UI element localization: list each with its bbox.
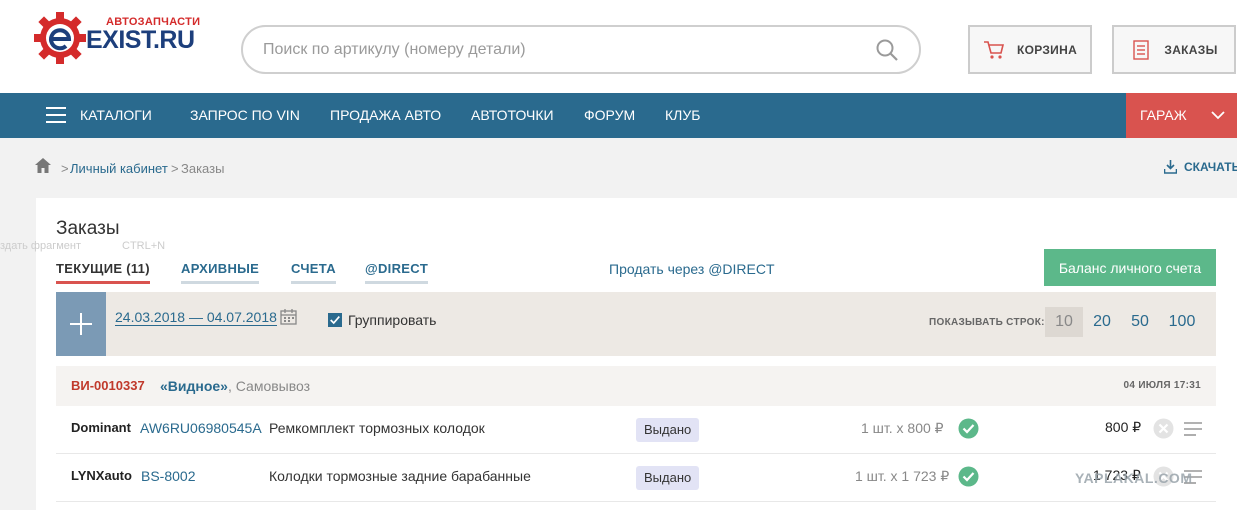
site-logo[interactable]: АВТОЗАПЧАСТИ EXIST.RU (34, 10, 200, 72)
checkmark-icon (330, 316, 340, 325)
breadcrumb-separator: > (61, 161, 69, 176)
chevron-down-icon (1211, 111, 1225, 120)
check-circle-icon (958, 418, 979, 439)
orders-card: Заказы здать фрагмент CTRL+N ТЕКУЩИЕ (11… (0, 198, 1237, 510)
sell-via-direct-link[interactable]: Продать через @DIRECT (609, 261, 775, 277)
orders-list-icon (1133, 39, 1150, 60)
ghost-hint: здать фрагмент (0, 240, 82, 252)
nav-vin-request[interactable]: ЗАПРОС ПО VIN (190, 93, 300, 138)
item-quantity: 1 шт. x 1 723 ₽ (855, 468, 950, 484)
nav-forum[interactable]: ФОРУМ (584, 93, 635, 138)
rows-option-10[interactable]: 10 (1045, 307, 1083, 337)
ghost-hint-shortcut: CTRL+N (122, 240, 166, 252)
order-header: ВИ-0010337 «Видное», Самовывоз 04 ИЮЛЯ 1… (56, 366, 1216, 406)
page-title: Заказы (56, 218, 120, 239)
cart-button[interactable]: КОРЗИНА (968, 25, 1092, 74)
garage-button[interactable]: ГАРАЖ (1126, 93, 1237, 138)
tab-invoices[interactable]: СЧЕТА (291, 261, 336, 284)
search-icon[interactable] (875, 38, 899, 62)
cancel-icon[interactable] (1153, 418, 1174, 439)
main-nav: КАТАЛОГИ ЗАПРОС ПО VIN ПРОДАЖА АВТО АВТО… (0, 93, 1237, 138)
group-checkbox[interactable] (328, 313, 342, 327)
item-brand: Dominant (71, 420, 131, 435)
gear-logo-icon (34, 12, 86, 64)
cart-icon (983, 40, 1004, 59)
nav-club[interactable]: КЛУБ (665, 93, 700, 138)
rows-per-page-label: ПОКАЗЫВАТЬ СТРОК: (929, 317, 1045, 328)
order-date: 04 ИЮЛЯ 17:31 (1123, 380, 1201, 391)
nav-car-sale[interactable]: ПРОДАЖА АВТО (330, 93, 441, 138)
nav-catalogs[interactable]: КАТАЛОГИ (80, 93, 152, 138)
status-badge: Выдано (636, 466, 700, 490)
filter-bar: 24.03.2018 — 04.07.2018 Группировать ПОК… (56, 292, 1216, 356)
orders-button[interactable]: ЗАКАЗЫ (1112, 25, 1236, 74)
download-link[interactable]: СКАЧАТЬ (1164, 160, 1237, 174)
order-item-row: LYNXauto BS-8002 Колодки тормозные задни… (56, 454, 1216, 502)
tab-current[interactable]: ТЕКУЩИЕ (11) (56, 261, 150, 284)
item-quantity: 1 шт. x 800 ₽ (861, 420, 944, 436)
home-icon[interactable] (35, 158, 51, 173)
group-checkbox-label: Группировать (348, 312, 437, 328)
status-badge: Выдано (636, 418, 700, 442)
order-delivery-type: , Самовывоз (227, 378, 311, 394)
rows-option-100[interactable]: 100 (1165, 307, 1199, 337)
orders-label: ЗАКАЗЫ (1164, 42, 1218, 57)
item-description: Колодки тормозные задние барабанные (269, 468, 531, 484)
calendar-icon[interactable] (280, 308, 297, 325)
date-range-picker[interactable]: 24.03.2018 — 04.07.2018 (115, 309, 277, 326)
item-article[interactable]: AW6RU06980545A (140, 420, 262, 436)
item-description: Ремкомплект тормозных колодок (269, 420, 485, 436)
breadcrumb-current: Заказы (181, 161, 225, 176)
logo-wordmark: EXIST.RU (86, 26, 195, 54)
order-pickup-point: «Видное», Самовывоз (160, 378, 310, 394)
watermark: YAPLAKAL.COM (1075, 470, 1193, 486)
item-price: 800 ₽ (1105, 419, 1142, 435)
nav-service-points[interactable]: АВТОТОЧКИ (471, 93, 554, 138)
garage-label: ГАРАЖ (1140, 107, 1187, 123)
check-circle-icon (958, 466, 979, 487)
balance-button[interactable]: Баланс личного счета (1044, 249, 1216, 286)
tab-archive[interactable]: АРХИВНЫЕ (181, 261, 260, 284)
item-article[interactable]: BS-8002 (141, 468, 195, 484)
breadcrumb-separator: > (171, 161, 179, 176)
cart-label: КОРЗИНА (1016, 42, 1078, 57)
search-input[interactable] (263, 39, 863, 61)
breadcrumb-account[interactable]: Личный кабинет (70, 161, 168, 176)
tab-direct[interactable]: @DIRECT (365, 261, 429, 284)
site-header: АВТОЗАПЧАСТИ EXIST.RU КОРЗИНА ЗАКАЗЫ (0, 0, 1237, 93)
hamburger-menu-icon[interactable] (46, 107, 66, 123)
rows-option-20[interactable]: 20 (1089, 307, 1115, 337)
add-button[interactable] (56, 292, 106, 356)
details-menu-icon[interactable] (1184, 422, 1202, 436)
rows-option-50[interactable]: 50 (1127, 307, 1153, 337)
order-item-row: Dominant AW6RU06980545A Ремкомплект торм… (56, 406, 1216, 454)
item-brand: LYNXauto (71, 468, 132, 483)
download-label: СКАЧАТЬ (1184, 160, 1237, 174)
download-icon (1164, 160, 1177, 174)
order-shop-name[interactable]: «Видное» (160, 378, 228, 394)
order-id[interactable]: ВИ-0010337 (71, 378, 145, 393)
search-box (241, 25, 921, 74)
